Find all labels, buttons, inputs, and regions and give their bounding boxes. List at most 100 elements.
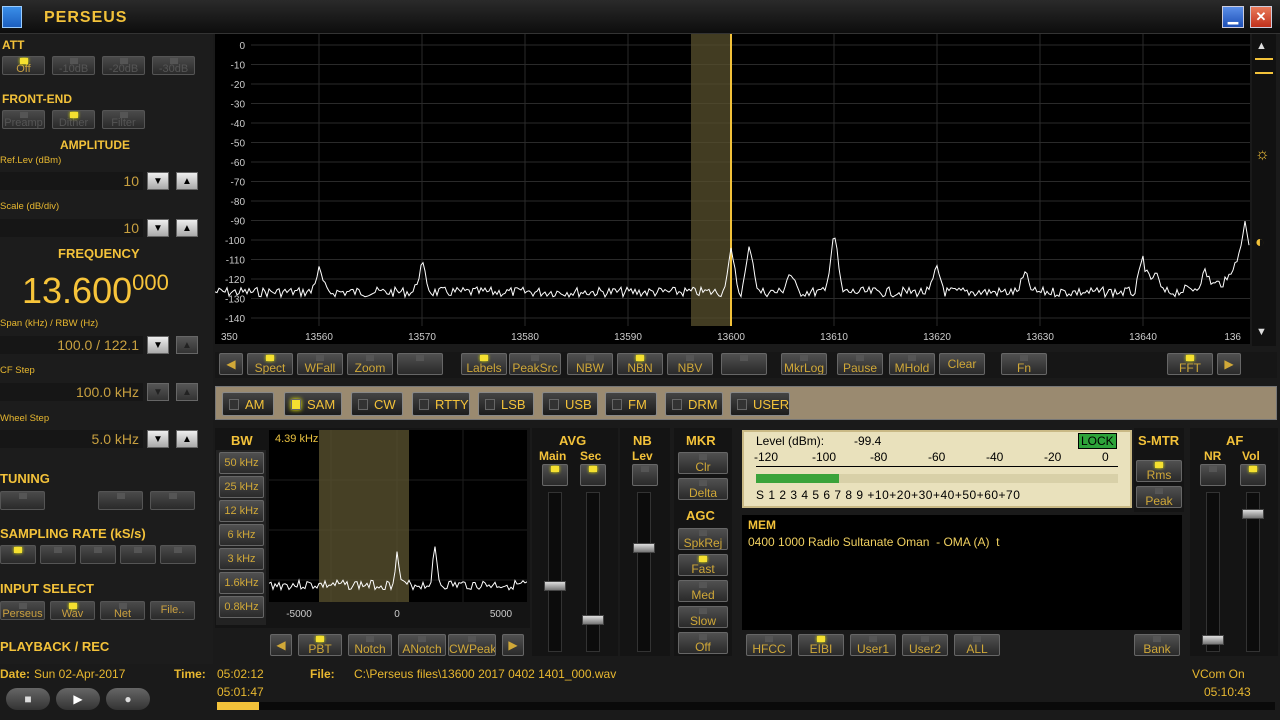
spectrum-display[interactable]: 0 -10 -20 -30 -40 -50 -60 -70 -80 -90 -100 -110 -120… xyxy=(215,34,1250,344)
frequency-display[interactable]: 13.600000 xyxy=(22,270,169,312)
preamp-button[interactable]: Preamp xyxy=(2,110,45,129)
avg-sec-slider[interactable] xyxy=(582,492,604,652)
brightness-icon[interactable]: ☼ xyxy=(1255,146,1270,164)
nbn-button[interactable]: NBN xyxy=(617,353,663,375)
notch-button[interactable]: Notch xyxy=(348,634,392,656)
passband-plot[interactable]: -5000 0 5000 xyxy=(269,430,527,625)
mkrlog-button[interactable]: MkrLog xyxy=(781,353,827,375)
spec-left-arrow-icon[interactable]: ◀ xyxy=(219,353,243,375)
mode-drm-button[interactable]: DRM xyxy=(665,392,723,416)
mkr-delta-button[interactable]: Delta xyxy=(678,478,728,500)
wheel-up-arrow-icon[interactable]: ▲ xyxy=(176,430,198,448)
sampling-btn-5[interactable] xyxy=(160,545,196,564)
nb-level-slider[interactable] xyxy=(633,492,655,652)
att-30-button[interactable]: -30dB xyxy=(152,56,195,75)
mkr-clr-button[interactable]: Clr xyxy=(678,452,728,474)
nbv-button[interactable]: NBV xyxy=(667,353,713,375)
mode-sam-button[interactable]: SAM xyxy=(284,392,342,416)
bw-50khz-button[interactable]: 50 kHz xyxy=(219,452,264,474)
mode-rtty-button[interactable]: RTTY xyxy=(412,392,470,416)
fft-button[interactable]: FFT xyxy=(1167,353,1213,375)
avg-main-slider[interactable] xyxy=(544,492,566,652)
bw-12khz-button[interactable]: 12 kHz xyxy=(219,500,264,522)
sampling-btn-2[interactable] xyxy=(40,545,76,564)
spectrum-plot[interactable]: 0 -10 -20 -30 -40 -50 -60 -70 -80 -90 -100 -110 -120… xyxy=(215,34,1250,344)
close-button[interactable]: ✕ xyxy=(1250,6,1272,28)
blank-button[interactable] xyxy=(397,353,443,375)
cfstep-up-arrow-icon[interactable]: ▲ xyxy=(176,383,198,401)
mode-am-button[interactable]: AM xyxy=(222,392,274,416)
sampling-btn-3[interactable] xyxy=(80,545,116,564)
nb-toggle[interactable] xyxy=(632,464,658,486)
nr-slider[interactable] xyxy=(1202,492,1224,652)
span-up-arrow-icon[interactable]: ▲ xyxy=(176,336,198,354)
spect-button[interactable]: Spect xyxy=(247,353,293,375)
wheel-step-value[interactable]: 5.0 kHz xyxy=(0,430,143,448)
vol-toggle[interactable] xyxy=(1240,464,1266,486)
bw-3khz-button[interactable]: 3 kHz xyxy=(219,548,264,570)
wfall-button[interactable]: WFall xyxy=(297,353,343,375)
agc-off-button[interactable]: Off xyxy=(678,632,728,654)
sampling-btn-1[interactable] xyxy=(0,545,36,564)
wheel-down-arrow-icon[interactable]: ▼ xyxy=(147,430,169,448)
scroll-up-icon[interactable]: ▲ xyxy=(1256,40,1267,52)
mode-fm-button[interactable]: FM xyxy=(605,392,657,416)
cf-step-value[interactable]: 100.0 kHz xyxy=(0,383,143,401)
pause-button[interactable]: Pause xyxy=(837,353,883,375)
spec-right-arrow-icon[interactable]: ▶ xyxy=(1217,353,1241,375)
labels-button[interactable]: Labels xyxy=(461,353,507,375)
all-button[interactable]: ALL xyxy=(954,634,1000,656)
app-logo-icon[interactable] xyxy=(2,6,22,28)
volume-slider[interactable] xyxy=(1242,492,1264,652)
minimize-button[interactable]: ▁ xyxy=(1222,6,1244,28)
playback-progress-track[interactable] xyxy=(217,702,1275,710)
nbw-button[interactable]: NBW xyxy=(567,353,613,375)
user1-button[interactable]: User1 xyxy=(850,634,896,656)
bw-left-arrow-icon[interactable]: ◀ xyxy=(270,634,292,656)
cfstep-down-arrow-icon[interactable]: ▼ xyxy=(147,383,169,401)
scale-value[interactable]: 10 xyxy=(0,219,143,237)
eibi-button[interactable]: EIBI xyxy=(798,634,844,656)
agc-fast-button[interactable]: Fast xyxy=(678,554,728,576)
ref-down-arrow-icon[interactable]: ▼ xyxy=(147,172,169,190)
tuning-button-1[interactable] xyxy=(0,491,45,510)
bw-right-arrow-icon[interactable]: ▶ xyxy=(502,634,524,656)
filter-button[interactable]: Filter xyxy=(102,110,145,129)
ref-up-arrow-icon[interactable]: ▲ xyxy=(176,172,198,190)
mode-user-button[interactable]: USER xyxy=(730,392,790,416)
tuning-button-2[interactable] xyxy=(98,491,143,510)
agc-slow-button[interactable]: Slow xyxy=(678,606,728,628)
user2-button[interactable]: User2 xyxy=(902,634,948,656)
ref-level-value[interactable]: 10 xyxy=(0,172,143,190)
agc-med-button[interactable]: Med xyxy=(678,580,728,602)
fn-button[interactable]: Fn xyxy=(1001,353,1047,375)
span-value[interactable]: 100.0 / 122.1 xyxy=(0,336,143,354)
bw-6khz-button[interactable]: 6 kHz xyxy=(219,524,264,546)
scroll-down-icon[interactable]: ▼ xyxy=(1256,326,1267,338)
peaksrc-button[interactable]: PeakSrc xyxy=(509,353,561,375)
bw-25khz-button[interactable]: 25 kHz xyxy=(219,476,264,498)
tuning-button-3[interactable] xyxy=(150,491,195,510)
mode-cw-button[interactable]: CW xyxy=(351,392,403,416)
hfcc-button[interactable]: HFCC xyxy=(746,634,792,656)
att-off-button[interactable]: Off xyxy=(2,56,45,75)
anotch-button[interactable]: ANotch xyxy=(398,634,446,656)
att-20-button[interactable]: -20dB xyxy=(102,56,145,75)
clear-button[interactable]: Clear xyxy=(939,353,985,375)
bw-1-6khz-button[interactable]: 1.6kHz xyxy=(219,572,264,594)
mode-lsb-button[interactable]: LSB xyxy=(478,392,534,416)
avg-sec-toggle[interactable] xyxy=(580,464,606,486)
contrast-icon[interactable]: ◐ xyxy=(1255,234,1265,252)
bank-button[interactable]: Bank xyxy=(1134,634,1180,656)
bw-0-8khz-button[interactable]: 0.8kHz xyxy=(219,596,264,618)
input-perseus-button[interactable]: Perseus xyxy=(0,601,45,620)
mode-usb-button[interactable]: USB xyxy=(542,392,598,416)
dither-button[interactable]: Dither xyxy=(52,110,95,129)
mhold-button[interactable]: MHold xyxy=(889,353,935,375)
blank2-button[interactable] xyxy=(721,353,767,375)
scale-down-arrow-icon[interactable]: ▼ xyxy=(147,219,169,237)
nr-toggle[interactable] xyxy=(1200,464,1226,486)
cwpeak-button[interactable]: CWPeak xyxy=(448,634,496,656)
stop-icon[interactable]: ■ xyxy=(6,688,50,710)
input-net-button[interactable]: Net xyxy=(100,601,145,620)
